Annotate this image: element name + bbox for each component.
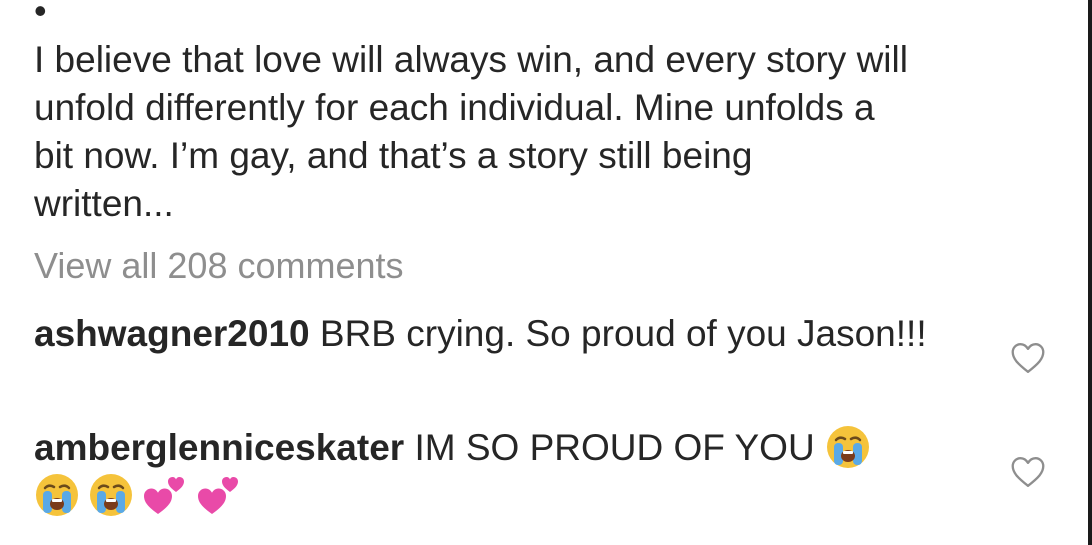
- view-all-comments-link[interactable]: View all 208 comments: [34, 243, 404, 289]
- comment-username[interactable]: amberglenniceskater: [34, 427, 404, 468]
- heart-outline-icon[interactable]: [1010, 456, 1046, 488]
- post-caption: I believe that love will always win, and…: [34, 39, 908, 224]
- caption-bullet: •: [34, 0, 47, 31]
- comment-item: amberglenniceskater IM SO PROUD OF YOU: [34, 424, 984, 520]
- loudly-crying-face-icon: [88, 472, 134, 518]
- comment-username[interactable]: ashwagner2010: [34, 313, 310, 354]
- screen-edge: [1088, 0, 1092, 545]
- two-hearts-icon: [196, 472, 242, 518]
- heart-outline-icon[interactable]: [1010, 342, 1046, 374]
- loudly-crying-face-icon: [825, 424, 871, 470]
- comment-item: ashwagner2010 BRB crying. So proud of yo…: [34, 310, 984, 358]
- comment-text: BRB crying. So proud of you Jason!!!: [319, 313, 927, 354]
- two-hearts-icon: [142, 472, 188, 518]
- loudly-crying-face-icon: [34, 472, 80, 518]
- comment-text: IM SO PROUD OF YOU: [414, 427, 815, 468]
